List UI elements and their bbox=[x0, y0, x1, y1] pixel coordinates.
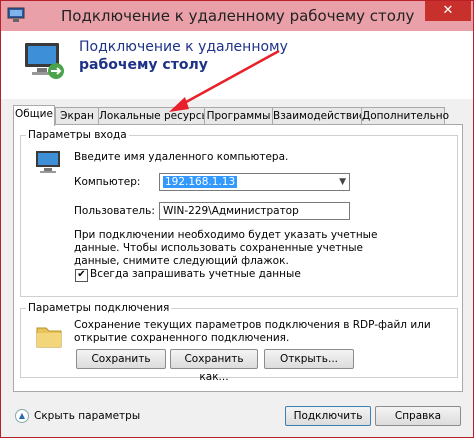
hide-options-link[interactable]: Скрыть параметры bbox=[34, 410, 140, 422]
computer-icon bbox=[36, 151, 60, 173]
user-label: Пользователь: bbox=[74, 205, 155, 217]
title-bar[interactable]: Подключение к удаленному рабочему столу … bbox=[1, 1, 473, 31]
computer-prompt-text: Введите имя удаленного компьютера. bbox=[74, 151, 289, 163]
collapse-arrow-icon[interactable]: ▲ bbox=[15, 409, 29, 423]
header-title-line2: рабочему столу bbox=[79, 57, 208, 73]
save-button[interactable]: Сохранить bbox=[76, 349, 166, 369]
tab-panel-general: Параметры входа Введите имя удаленного к… bbox=[13, 124, 463, 392]
help-button[interactable]: Справка bbox=[375, 406, 461, 426]
connection-settings-legend: Параметры подключения bbox=[26, 302, 172, 314]
tab-advanced[interactable]: Дополнительно bbox=[361, 107, 449, 124]
computer-label: Компьютер: bbox=[74, 176, 141, 188]
remote-desktop-app-icon bbox=[7, 7, 25, 22]
header-title-line1: Подключение к удаленному bbox=[79, 39, 288, 55]
tab-general[interactable]: Общие bbox=[13, 105, 55, 126]
window-title: Подключение к удаленному рабочему столу bbox=[61, 7, 415, 25]
tab-local-resources[interactable]: Локальные ресурсы bbox=[98, 107, 210, 124]
always-ask-checkbox[interactable]: ✔ bbox=[75, 269, 88, 282]
save-as-button[interactable]: Сохранить как... bbox=[170, 349, 258, 383]
chevron-down-icon[interactable]: ▼ bbox=[339, 174, 346, 190]
computer-input-value: 192.168.1.13 bbox=[163, 176, 238, 188]
remote-desktop-icon bbox=[25, 43, 64, 79]
tab-experience[interactable]: Взаимодействие bbox=[272, 107, 365, 124]
user-field[interactable]: WIN-229\Администратор bbox=[159, 202, 350, 220]
user-field-value: WIN-229\Администратор bbox=[163, 205, 299, 217]
credentials-note-line1: При подключении необходимо будет указать… bbox=[74, 229, 378, 241]
folder-icon bbox=[36, 327, 62, 348]
credentials-note-line3: данные, снимите следующий флажок. bbox=[74, 255, 289, 267]
connection-desc-line1: Сохранение текущих параметров подключени… bbox=[74, 319, 431, 331]
always-ask-label[interactable]: Всегда запрашивать учетные данные bbox=[90, 268, 301, 280]
connect-button[interactable]: Подключить bbox=[285, 406, 371, 426]
rdp-window: Подключение к удаленному рабочему столу … bbox=[0, 0, 474, 438]
credentials-note-line2: данные. Чтобы использовать сохраненные у… bbox=[74, 242, 364, 254]
computer-combobox[interactable]: 192.168.1.13 ▼ bbox=[159, 173, 350, 191]
tab-programs[interactable]: Программы bbox=[204, 107, 273, 124]
login-settings-legend: Параметры входа bbox=[26, 129, 129, 141]
close-button[interactable]: ✕ bbox=[425, 1, 471, 21]
open-button[interactable]: Открыть... bbox=[264, 349, 354, 369]
connection-desc-line2: открытие сохраненного подключения. bbox=[74, 332, 290, 344]
tab-display[interactable]: Экран bbox=[55, 107, 99, 124]
